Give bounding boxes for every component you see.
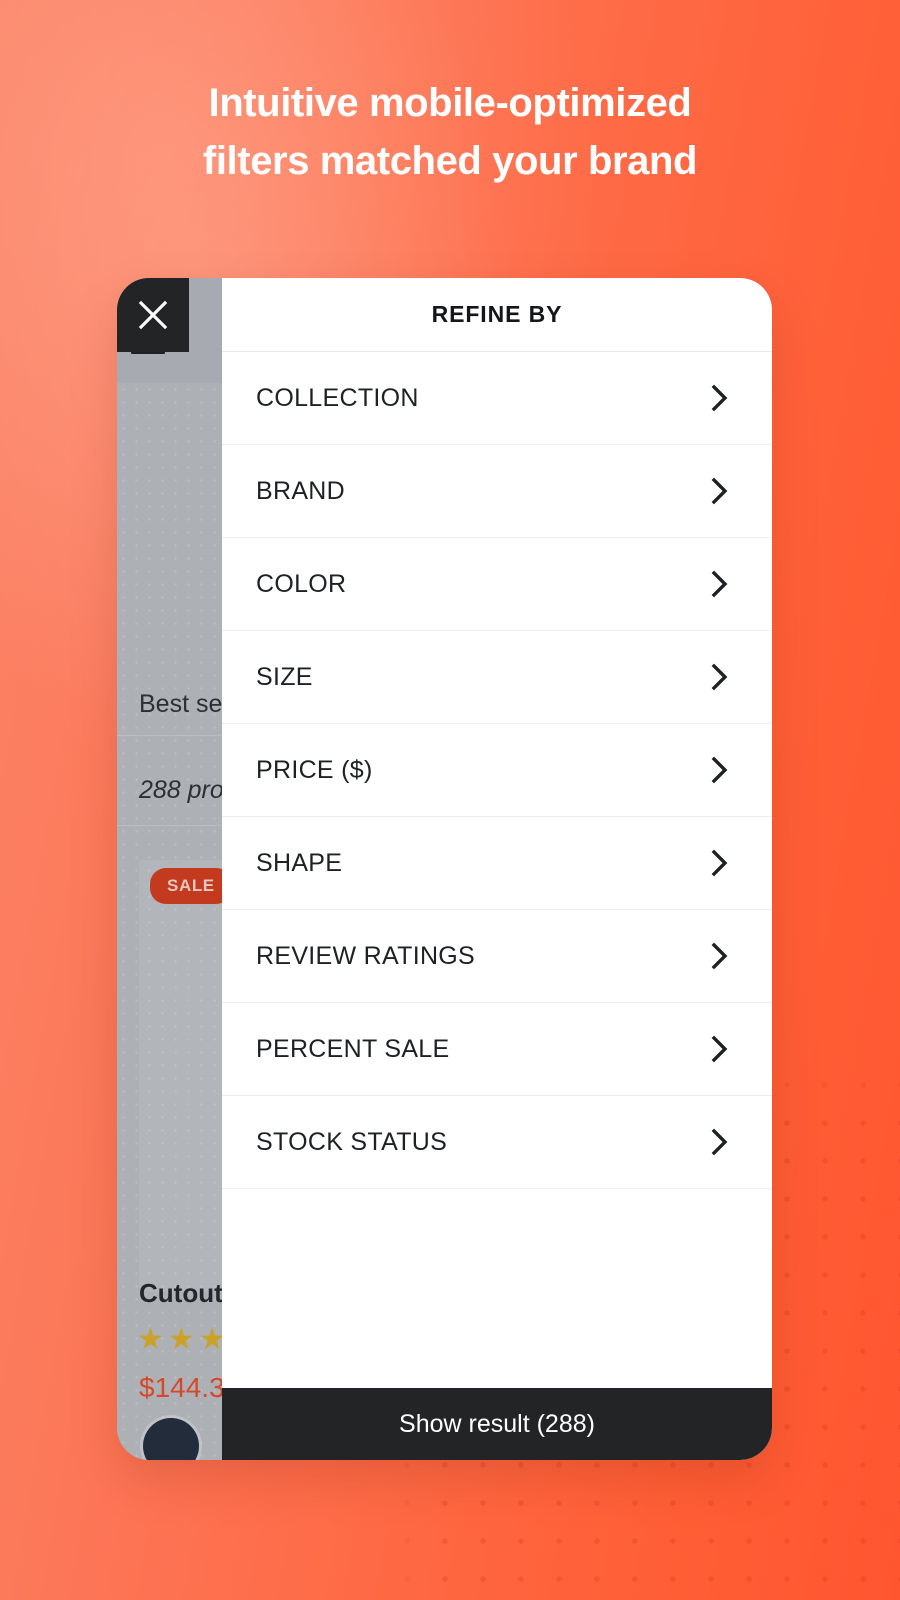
chevron-right-icon bbox=[708, 569, 732, 599]
page-title: Intuitive mobile-optimized filters match… bbox=[0, 74, 900, 190]
filter-row-collection[interactable]: COLLECTION bbox=[222, 352, 772, 445]
chevron-right-icon bbox=[708, 476, 732, 506]
sale-badge: SALE bbox=[150, 868, 232, 904]
filter-list: COLLECTION BRAND COLOR SIZE PRICE ($) SHAPE RE… bbox=[222, 352, 772, 1388]
chevron-right-icon bbox=[708, 1034, 732, 1064]
chevron-right-icon bbox=[708, 755, 732, 785]
filter-row-stock-status[interactable]: STOCK STATUS bbox=[222, 1096, 772, 1189]
close-drawer-button[interactable] bbox=[117, 278, 189, 352]
filter-row-label: PERCENT SALE bbox=[256, 1034, 450, 1063]
phone-mockup: Best se 288 pro SALE Cutout ★★★ $144.39 … bbox=[117, 278, 772, 1460]
chevron-right-icon bbox=[708, 848, 732, 878]
filter-row-brand[interactable]: BRAND bbox=[222, 445, 772, 538]
filter-row-color[interactable]: COLOR bbox=[222, 538, 772, 631]
product-count-label: 288 pro bbox=[139, 776, 224, 804]
sort-label: Best se bbox=[139, 690, 223, 718]
product-title: Cutout bbox=[139, 1278, 223, 1308]
headline-line-1: Intuitive mobile-optimized bbox=[208, 81, 692, 125]
filter-row-label: STOCK STATUS bbox=[256, 1127, 448, 1156]
chevron-right-icon bbox=[708, 1127, 732, 1157]
chevron-right-icon bbox=[708, 662, 732, 692]
drawer-header: REFINE BY bbox=[117, 278, 772, 352]
filter-row-size[interactable]: SIZE bbox=[222, 631, 772, 724]
filter-row-price[interactable]: PRICE ($) bbox=[222, 724, 772, 817]
show-result-label: Show result (288) bbox=[399, 1409, 595, 1438]
filter-row-label: SHAPE bbox=[256, 848, 343, 877]
filter-row-shape[interactable]: SHAPE bbox=[222, 817, 772, 910]
filter-row-label: SIZE bbox=[256, 662, 313, 691]
headline-line-2: filters matched your brand bbox=[202, 139, 698, 183]
promo-screenshot: Intuitive mobile-optimized filters match… bbox=[0, 0, 900, 1600]
filter-row-label: COLLECTION bbox=[256, 383, 419, 412]
refine-by-drawer: REFINE BY COLLECTION BRAND COLOR SIZE PRICE … bbox=[117, 278, 772, 1460]
rating-stars: ★★★ bbox=[137, 1323, 230, 1356]
close-icon bbox=[136, 298, 170, 332]
filter-row-label: COLOR bbox=[256, 569, 347, 598]
chevron-right-icon bbox=[708, 383, 732, 413]
filter-row-label: REVIEW RATINGS bbox=[256, 941, 476, 970]
filter-row-percent-sale[interactable]: PERCENT SALE bbox=[222, 1003, 772, 1096]
show-result-button[interactable]: Show result (288) bbox=[222, 1388, 772, 1460]
filter-row-label: PRICE ($) bbox=[256, 755, 373, 784]
filter-row-label: BRAND bbox=[256, 476, 346, 505]
filter-row-review-ratings[interactable]: REVIEW RATINGS bbox=[222, 910, 772, 1003]
chevron-right-icon bbox=[708, 941, 732, 971]
drawer-title: REFINE BY bbox=[431, 301, 563, 327]
